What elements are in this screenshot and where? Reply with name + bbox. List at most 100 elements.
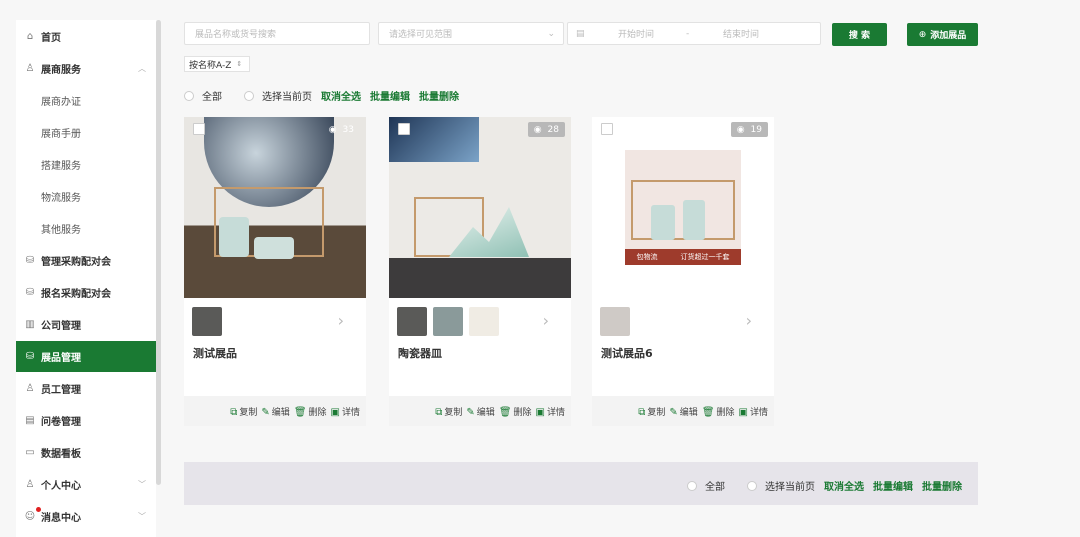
select-checkbox[interactable] [601, 123, 613, 135]
sidebar-item[interactable]: ☺ 消息中心 ﹀ [16, 501, 156, 532]
edit-button[interactable]: ✎ 编辑 [466, 405, 494, 418]
edit-button[interactable]: ✎ 编辑 [669, 405, 697, 418]
edit-button[interactable]: ✎ 编辑 [261, 405, 289, 418]
trash-icon: 🗑︎ [293, 406, 307, 418]
edit-label: 编辑 [679, 407, 698, 418]
batch-edit-link[interactable]: 批量编辑 [370, 88, 410, 103]
sidebar-item-label: 报名采购配对会 [41, 289, 111, 300]
product-card: 包物流 订货超过一千套 ◉ 19 › 测试展品6 ⧉ 复制 ✎ 编辑 🗑︎ 删除 ▣ 详情 [592, 117, 774, 426]
select-checkbox[interactable] [398, 123, 410, 135]
batch-delete-link[interactable]: 批量删除 [419, 88, 459, 103]
detail-button[interactable]: ▣ 详情 [739, 405, 768, 418]
thumbnail[interactable] [469, 307, 499, 336]
thumbnail[interactable] [433, 307, 463, 336]
delete-label: 删除 [308, 407, 327, 418]
select-all-radio[interactable] [184, 90, 194, 101]
trash-icon: 🗑︎ [498, 406, 512, 418]
sidebar-item[interactable]: ♙ 个人中心 ﹀ [16, 469, 156, 500]
card-actions: ⧉ 复制 ✎ 编辑 🗑︎ 删除 ▣ 详情 [184, 396, 366, 426]
select-all-label[interactable]: 全部 [202, 88, 222, 103]
thumbnail[interactable] [600, 307, 630, 336]
add-product-button[interactable]: ⊕ 添加展品 [907, 23, 978, 46]
batch-edit-link[interactable]: 批量编辑 [873, 478, 913, 493]
view-count-badge: ◉ 28 [527, 122, 565, 137]
product-image[interactable]: ◉ 33 [184, 117, 366, 298]
copy-button[interactable]: ⧉ 复制 [638, 405, 665, 418]
delete-label: 删除 [716, 407, 735, 418]
select-page-label[interactable]: 选择当前页 [765, 478, 815, 493]
sidebar-item[interactable]: ⛁ 展品管理 [16, 341, 156, 372]
detail-button[interactable]: ▣ 详情 [536, 405, 565, 418]
sidebar-item-label: 物流服务 [41, 193, 81, 204]
trash-icon: 🗑︎ [701, 406, 715, 418]
copy-label: 复制 [647, 407, 666, 418]
sidebar-item[interactable]: ▤ 问卷管理 [16, 405, 156, 436]
thumbnail[interactable] [192, 307, 222, 336]
cancel-all-link[interactable]: 取消全选 [824, 478, 864, 493]
chevron-down-icon: ⌄ [547, 28, 555, 39]
search-placeholder: 展品名称或货号搜索 [195, 30, 277, 40]
product-card: ◉ 33 › 测试展品 ⧉ 复制 ✎ 编辑 🗑︎ 删除 ▣ 详情 [184, 117, 366, 426]
delete-button[interactable]: 🗑︎ 删除 [294, 405, 327, 418]
sidebar-item[interactable]: ▥ 公司管理 [16, 309, 156, 340]
sidebar-item-label: 公司管理 [41, 321, 81, 332]
card-actions: ⧉ 复制 ✎ 编辑 🗑︎ 删除 ▣ 详情 [592, 396, 774, 426]
product-image[interactable]: 包物流 订货超过一千套 ◉ 19 [592, 117, 774, 298]
sort-arrows-icon: ⇕ [236, 60, 243, 68]
date-range-picker[interactable]: ▤ 开始时间 - 结束时间 [567, 22, 821, 45]
sidebar-item-label: 问卷管理 [41, 417, 81, 428]
cancel-all-link[interactable]: 取消全选 [321, 88, 361, 103]
form-icon: ▤ [25, 415, 35, 426]
sidebar-item-label: 展商办证 [41, 97, 81, 108]
select-page-radio[interactable] [244, 90, 254, 101]
select-page-label[interactable]: 选择当前页 [262, 88, 312, 103]
select-checkbox[interactable] [193, 123, 205, 135]
search-input[interactable]: 展品名称或货号搜索 [184, 22, 370, 45]
sidebar-item[interactable]: 物流服务 [16, 181, 156, 212]
sidebar-item[interactable]: ▭ 数据看板 [16, 437, 156, 468]
end-date[interactable]: 结束时间 [723, 27, 759, 40]
eye-icon: ◉ [328, 124, 337, 135]
detail-icon: ▣ [535, 406, 545, 418]
detail-icon: ▣ [330, 406, 340, 418]
thumbnail[interactable] [397, 307, 427, 336]
chevron-right-icon[interactable]: › [338, 311, 344, 330]
sidebar-item[interactable]: 搭建服务 [16, 149, 156, 180]
sort-select[interactable]: 按名称A-Z ⇕ [184, 56, 250, 72]
sidebar-item[interactable]: ♙ 员工管理 [16, 373, 156, 404]
thumbnail-row [600, 307, 630, 336]
copy-button[interactable]: ⧉ 复制 [435, 405, 462, 418]
select-page-radio[interactable] [747, 480, 757, 491]
select-all-radio[interactable] [687, 480, 697, 491]
view-count: 28 [547, 124, 559, 135]
scope-select[interactable]: 请选择可见范围 ⌄ [378, 22, 564, 45]
sidebar-item[interactable]: ♙ 展商服务 ︿ [16, 53, 156, 84]
detail-label: 详情 [749, 407, 768, 418]
product-name: 测试展品6 [601, 347, 653, 360]
eye-icon: ◉ [533, 124, 542, 135]
detail-button[interactable]: ▣ 详情 [331, 405, 360, 418]
sidebar-item[interactable]: 展商办证 [16, 85, 156, 116]
select-all-label[interactable]: 全部 [705, 478, 725, 493]
plus-circle-icon: ⊕ [918, 29, 927, 40]
chevron-up-icon: ︿ [138, 64, 146, 73]
start-date[interactable]: 开始时间 [618, 27, 654, 40]
sidebar-scrollbar[interactable] [156, 20, 161, 485]
scope-placeholder: 请选择可见范围 [389, 30, 453, 40]
sidebar-item-label: 首页 [41, 33, 61, 44]
sidebar-item[interactable]: ⛁ 管理采购配对会 [16, 245, 156, 276]
delete-button[interactable]: 🗑︎ 删除 [499, 405, 532, 418]
sidebar-item[interactable]: 其他服务 [16, 213, 156, 244]
search-button[interactable]: 搜 索 [832, 23, 887, 46]
sidebar-item[interactable]: ⌂ 首页 [16, 21, 156, 52]
chevron-right-icon[interactable]: › [746, 311, 752, 330]
product-image[interactable]: ◉ 28 [389, 117, 571, 298]
sidebar-item[interactable]: 展商手册 [16, 117, 156, 148]
batch-delete-link[interactable]: 批量删除 [922, 478, 962, 493]
delete-button[interactable]: 🗑︎ 删除 [702, 405, 735, 418]
sidebar-item[interactable]: ⛁ 报名采购配对会 [16, 277, 156, 308]
chevron-right-icon[interactable]: › [543, 311, 549, 330]
detail-icon: ▣ [738, 406, 748, 418]
copy-button[interactable]: ⧉ 复制 [230, 405, 257, 418]
users-icon: ♙ [25, 383, 35, 394]
